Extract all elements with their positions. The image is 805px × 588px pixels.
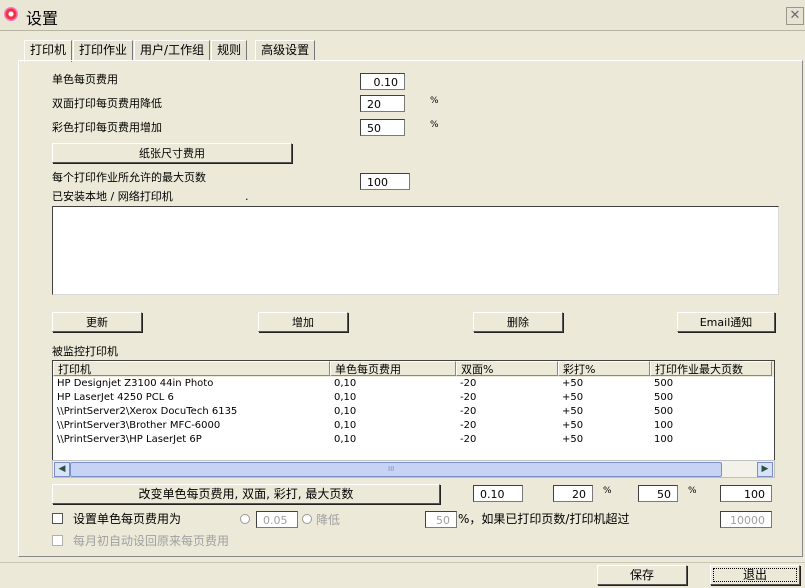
set-threshold-field[interactable]: 10000	[720, 511, 772, 528]
scroll-thumb-grip: III	[388, 465, 395, 473]
cell-duplex: -20	[460, 378, 477, 389]
cell-printer: \\PrintServer3\HP LaserJet 6P	[57, 434, 202, 445]
window-title: 设置	[26, 9, 59, 28]
cell-max-pages: 500	[654, 378, 674, 389]
max-pages-label: 每个打印作业所允许的最大页数	[52, 171, 206, 184]
cell-duplex: -20	[460, 420, 477, 431]
scroll-thumb[interactable]: III	[70, 462, 722, 477]
set-lower-radio[interactable]	[302, 514, 312, 524]
monitored-printers-label: 被监控打印机	[52, 345, 118, 358]
delete-button[interactable]: 删除	[473, 312, 563, 332]
cell-max-pages: 100	[654, 420, 674, 431]
duplex-unit: %	[430, 96, 439, 106]
paper-size-cost-button[interactable]: 纸张尺寸费用	[52, 143, 292, 163]
column-header-mono-cost[interactable]: 单色每页费用	[330, 361, 456, 376]
cell-mono-cost: 0,10	[334, 434, 357, 445]
cell-mono-cost: 0,10	[334, 392, 357, 403]
cell-printer: \\PrintServer3\Brother MFC-6000	[57, 420, 221, 431]
color-field[interactable]: 50	[360, 119, 405, 136]
duplex-field[interactable]: 20	[360, 95, 405, 112]
change-values-button[interactable]: 改变单色每页费用, 双面, 彩打, 最大页数	[52, 484, 440, 504]
monitored-printers-table: 打印机 单色每页费用 双面% 彩打% 打印作业最大页数 HP Designjet…	[52, 360, 775, 462]
scroll-left-icon[interactable]: ◀	[54, 462, 70, 477]
monthly-reset-checkbox[interactable]	[52, 535, 63, 546]
installed-dot: .	[245, 190, 249, 203]
cell-max-pages: 500	[654, 392, 674, 403]
set-mono-cost-label: 设置单色每页费用为	[73, 512, 182, 526]
table-row[interactable]: HP LaserJet 4250 PCL 6 0,10 -20 +50 500	[53, 391, 774, 405]
cell-printer: HP Designjet Z3100 44in Photo	[57, 378, 214, 389]
column-header-max-pages[interactable]: 打印作业最大页数	[650, 361, 772, 376]
cell-duplex: -20	[460, 434, 477, 445]
exit-button[interactable]: 退出	[710, 565, 800, 585]
email-notify-button[interactable]: Email通知	[677, 312, 775, 332]
tab-printers[interactable]: 打印机	[24, 40, 73, 62]
cell-printer: HP LaserJet 4250 PCL 6	[57, 392, 174, 403]
installed-printers-list[interactable]	[52, 206, 779, 295]
update-button[interactable]: 更新	[52, 312, 142, 332]
cell-duplex: -20	[460, 406, 477, 417]
column-header-color[interactable]: 彩打%	[558, 361, 650, 376]
tab-strip: 打印机 打印作业 用户/工作组 规则 高级设置	[24, 40, 316, 62]
change-duplex-unit: %	[603, 486, 612, 496]
table-header: 打印机 单色每页费用 双面% 彩打% 打印作业最大页数	[53, 361, 774, 377]
app-icon	[4, 7, 18, 21]
column-header-printer[interactable]: 打印机	[53, 361, 330, 376]
cell-max-pages: 100	[654, 434, 674, 445]
tab-rules[interactable]: 规则	[211, 40, 248, 60]
cell-color: +50	[562, 378, 584, 389]
table-row[interactable]: HP Designjet Z3100 44in Photo 0,10 -20 +…	[53, 377, 774, 391]
cell-mono-cost: 0,10	[334, 378, 357, 389]
set-mono-cost-checkbox[interactable]	[52, 513, 63, 524]
set-lower-field[interactable]: 50	[425, 511, 457, 528]
change-color-field[interactable]: 50	[638, 485, 678, 502]
cell-color: +50	[562, 392, 584, 403]
cell-duplex: -20	[460, 392, 477, 403]
table-row[interactable]: \\PrintServer2\Xerox DocuTech 6135 0,10 …	[53, 405, 774, 419]
close-icon[interactable]: ✕	[786, 7, 804, 25]
table-row[interactable]: \\PrintServer3\Brother MFC-6000 0,10 -20…	[53, 419, 774, 433]
change-duplex-field[interactable]: 20	[553, 485, 593, 502]
tab-advanced[interactable]: 高级设置	[255, 40, 316, 60]
title-bar	[0, 0, 805, 31]
table-row[interactable]: \\PrintServer3\HP LaserJet 6P 0,10 -20 +…	[53, 433, 774, 447]
cell-color: +50	[562, 406, 584, 417]
tab-users-groups[interactable]: 用户/工作组	[134, 40, 211, 60]
cell-mono-cost: 0,10	[334, 406, 357, 417]
color-unit: %	[430, 120, 439, 130]
cell-color: +50	[562, 420, 584, 431]
installed-printers-label: 已安装本地 / 网络打印机	[52, 190, 173, 203]
monthly-reset-label: 每月初自动设回原来每页费用	[73, 534, 230, 548]
save-button[interactable]: 保存	[597, 565, 687, 585]
horizontal-scrollbar[interactable]: ◀ III ▶	[52, 460, 775, 478]
add-button[interactable]: 增加	[258, 312, 348, 332]
set-threshold-text: %，如果已打印页数/打印机超过	[458, 512, 630, 526]
tab-print-jobs[interactable]: 打印作业	[73, 40, 134, 60]
color-label: 彩色打印每页费用增加	[52, 121, 162, 134]
mono-cost-label: 单色每页费用	[52, 73, 118, 86]
cell-max-pages: 500	[654, 406, 674, 417]
cell-color: +50	[562, 434, 584, 445]
change-color-unit: %	[688, 486, 697, 496]
cell-mono-cost: 0,10	[334, 420, 357, 431]
column-header-duplex[interactable]: 双面%	[456, 361, 558, 376]
max-pages-field[interactable]: 100	[360, 173, 410, 190]
change-max-field[interactable]: 100	[720, 485, 772, 502]
mono-cost-field[interactable]: 0.10	[360, 73, 405, 90]
cell-printer: \\PrintServer2\Xerox DocuTech 6135	[57, 406, 238, 417]
duplex-label: 双面打印每页费用降低	[52, 97, 162, 110]
set-value-field[interactable]: 0.05	[256, 511, 298, 528]
change-mono-field[interactable]: 0.10	[473, 485, 523, 502]
set-lower-label: 降低	[316, 513, 341, 527]
set-value-radio[interactable]	[240, 514, 250, 524]
scroll-right-icon[interactable]: ▶	[757, 462, 773, 477]
